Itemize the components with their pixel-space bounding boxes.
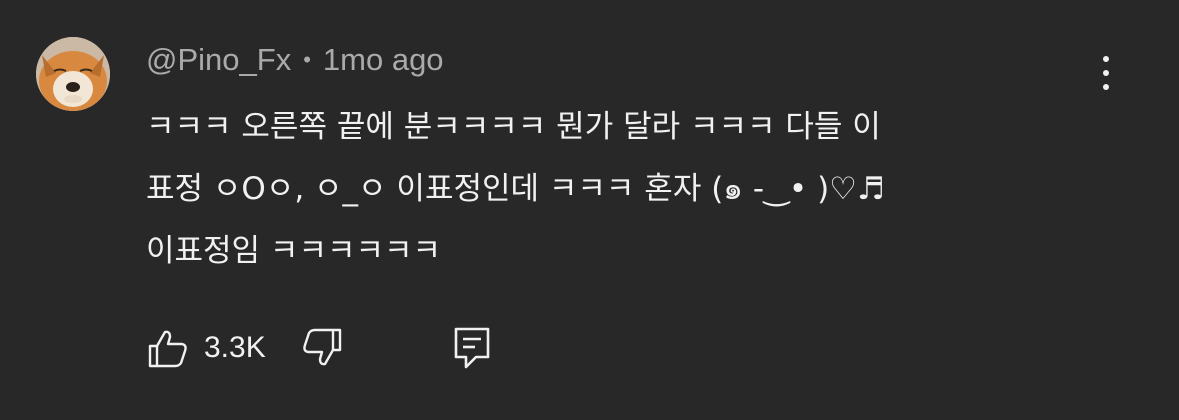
reply-button[interactable] [452, 325, 492, 371]
comment-text: ㅋㅋㅋ 오른쪽 끝에 분ㅋㅋㅋㅋ 뭔가 달라 ㅋㅋㅋ 다들 이 표정 ㅇOㅇ, … [146, 96, 1106, 282]
comment-thread: @Pino_Fx • 1mo ago ㅋㅋㅋ 오른쪽 끝에 분ㅋㅋㅋㅋ 뭔가 달… [0, 0, 1179, 420]
comment-header: @Pino_Fx • 1mo ago [146, 40, 444, 80]
comment-line: 표정 ㅇOㅇ, ㅇ_ㅇ 이표정인데 ㅋㅋㅋ 혼자 (๑ -‿• )♡♬ [146, 171, 885, 207]
fox-avatar-icon [36, 37, 110, 111]
comment-line: 이표정임 ㅋㅋㅋㅋㅋㅋ [146, 233, 442, 269]
timestamp[interactable]: 1mo ago [323, 42, 444, 78]
author-name[interactable]: @Pino_Fx [146, 42, 291, 78]
meta-separator: • [303, 47, 311, 72]
thumbs-up-icon [148, 330, 187, 368]
dislike-button[interactable] [300, 326, 344, 370]
like-count: 3.3K [204, 331, 266, 364]
comment-actions: 3.3K [146, 322, 492, 374]
avatar[interactable] [36, 37, 110, 111]
more-vertical-icon-dot [1103, 84, 1109, 90]
more-vertical-icon-dot [1103, 56, 1109, 62]
like-button[interactable] [146, 326, 190, 370]
reply-comment-icon [454, 327, 490, 369]
comment-line: ㅋㅋㅋ 오른쪽 끝에 분ㅋㅋㅋㅋ 뭔가 달라 ㅋㅋㅋ 다들 이 [146, 109, 881, 145]
thumbs-down-icon [302, 328, 341, 366]
more-vertical-icon-dot [1103, 70, 1109, 76]
more-options-button[interactable] [1086, 50, 1126, 96]
